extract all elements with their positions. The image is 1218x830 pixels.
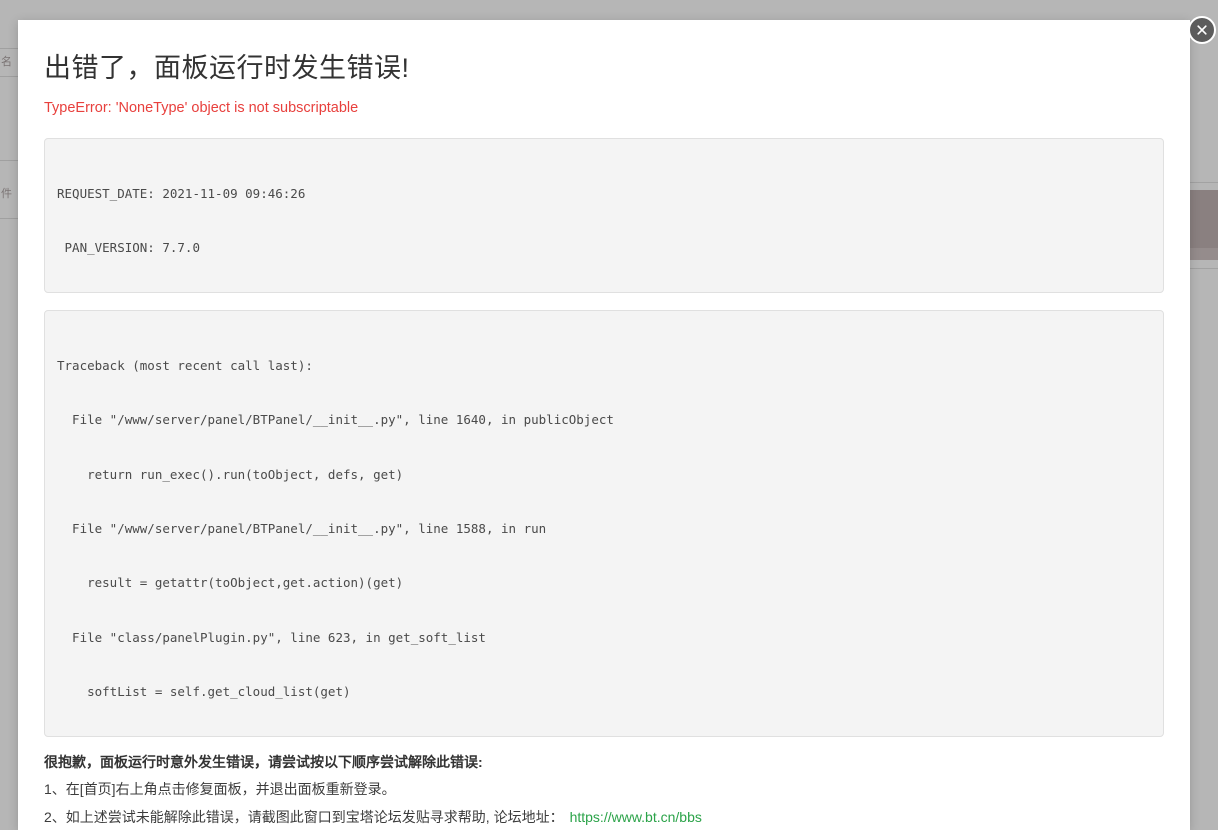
page-root: 名 件 出错了，面板运行时发生错误! TypeError: 'NoneType'… [0,0,1218,830]
forum-link[interactable]: https://www.bt.cn/bbs [570,809,702,825]
traceback-line: return run_exec().run(toObject, defs, ge… [57,466,404,482]
request-info-line: REQUEST_DATE: 2021-11-09 09:46:26 [57,186,306,202]
footer-heading: 很抱歉，面板运行时意外发生错误，请尝试按以下顺序尝试解除此错误: [44,754,483,770]
traceback-line: File "/www/server/panel/BTPanel/__init__… [57,412,614,428]
traceback-line: result = getattr(toObject,get.action)(ge… [57,575,404,591]
traceback-line: Traceback (most recent call last): [57,358,313,374]
close-icon [1196,24,1208,36]
request-info-line: PAN_VERSION: 7.7.0 [57,240,200,256]
footer-step-1: 1、在[首页]右上角点击修复面板，并退出面板重新登录。 [44,781,396,797]
error-dialog: 出错了，面板运行时发生错误! TypeError: 'NoneType' obj… [18,20,1190,830]
traceback-line: File "class/panelPlugin.py", line 623, i… [57,629,486,645]
traceback-box: Traceback (most recent call last): File … [44,310,1164,737]
page-title: 出错了，面板运行时发生错误! [44,53,410,83]
dialog-footer: 很抱歉，面板运行时意外发生错误，请尝试按以下顺序尝试解除此错误: 1、在[首页]… [18,737,1190,829]
traceback-line: File "/www/server/panel/BTPanel/__init__… [57,521,547,537]
dialog-body: 出错了，面板运行时发生错误! TypeError: 'NoneType' obj… [18,20,1190,737]
footer-step-2-text: 2、如上述尝试未能解除此错误，请截图此窗口到宝塔论坛发贴寻求帮助, 论坛地址： [44,809,564,825]
error-message: TypeError: 'NoneType' object is not subs… [44,100,359,116]
request-info-box: REQUEST_DATE: 2021-11-09 09:46:26 PAN_VE… [44,138,1164,293]
footer-step-2: 2、如上述尝试未能解除此错误，请截图此窗口到宝塔论坛发贴寻求帮助, 论坛地址： h… [44,805,1164,829]
close-button[interactable] [1188,16,1216,44]
traceback-line: softList = self.get_cloud_list(get) [57,683,351,699]
